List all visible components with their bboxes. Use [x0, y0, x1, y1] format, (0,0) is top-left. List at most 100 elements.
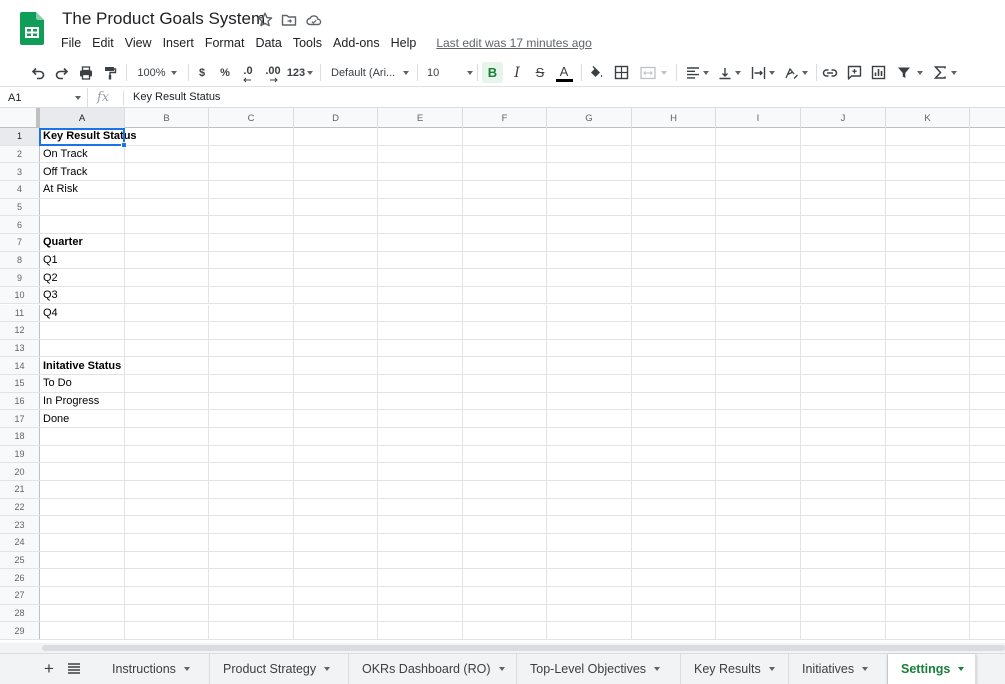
grid-cell[interactable]: Initative Status: [40, 357, 125, 375]
grid-cell[interactable]: [378, 392, 463, 410]
grid-cell[interactable]: [970, 199, 1005, 216]
grid-cell[interactable]: [463, 533, 547, 551]
grid-cell[interactable]: [970, 463, 1005, 480]
grid-cell[interactable]: [463, 604, 547, 622]
grid-cell[interactable]: [209, 269, 294, 286]
grid-cell[interactable]: [886, 128, 970, 145]
grid-cell[interactable]: [547, 569, 632, 586]
select-all-corner[interactable]: [0, 108, 40, 128]
all-sheets-menu-icon[interactable]: [68, 663, 80, 674]
grid-cell[interactable]: [632, 180, 716, 198]
grid-cell[interactable]: [125, 463, 209, 480]
row-header[interactable]: 17: [0, 410, 40, 428]
grid-cell[interactable]: [209, 533, 294, 551]
grid-cell[interactable]: [378, 533, 463, 551]
grid-cell[interactable]: [463, 180, 547, 198]
grid-cell[interactable]: [209, 145, 294, 163]
grid-cell[interactable]: [547, 180, 632, 198]
grid-cell[interactable]: [378, 481, 463, 498]
grid-cell[interactable]: [547, 481, 632, 498]
grid-cell[interactable]: [40, 516, 125, 533]
row-header[interactable]: 18: [0, 428, 40, 445]
insert-link-button[interactable]: [820, 58, 840, 87]
grid-cell[interactable]: [547, 392, 632, 410]
grid-cell[interactable]: [209, 339, 294, 357]
grid-cell[interactable]: [886, 498, 970, 516]
grid-cell[interactable]: [886, 269, 970, 286]
grid-cell[interactable]: [801, 551, 886, 569]
grid-cell[interactable]: [716, 163, 801, 180]
grid-cell[interactable]: [886, 286, 970, 304]
grid-cell[interactable]: [125, 304, 209, 322]
column-header-g[interactable]: G: [547, 108, 632, 128]
grid-cell[interactable]: [40, 339, 125, 357]
grid-cell[interactable]: [378, 622, 463, 639]
horizontal-scrollbar[interactable]: [0, 643, 1005, 653]
grid-cell[interactable]: [294, 516, 378, 533]
grid-cell[interactable]: [125, 604, 209, 622]
insert-chart-button[interactable]: [868, 58, 888, 87]
text-color-button[interactable]: A: [553, 58, 575, 87]
grid-cell[interactable]: [632, 216, 716, 233]
grid-cell[interactable]: [801, 128, 886, 145]
grid-cell[interactable]: [463, 233, 547, 251]
grid-cell[interactable]: [463, 216, 547, 233]
row-header[interactable]: 23: [0, 516, 40, 533]
grid-cell[interactable]: [125, 569, 209, 586]
grid-cell[interactable]: [463, 498, 547, 516]
star-icon[interactable]: [256, 11, 274, 29]
scrollbar-thumb[interactable]: [42, 645, 1005, 651]
column-header-d[interactable]: D: [294, 108, 378, 128]
grid-cell[interactable]: [547, 463, 632, 480]
column-header-e[interactable]: E: [378, 108, 463, 128]
grid-cell[interactable]: [294, 410, 378, 428]
grid-cell[interactable]: [378, 410, 463, 428]
grid-cell[interactable]: [970, 269, 1005, 286]
grid-cell[interactable]: [547, 304, 632, 322]
row-header[interactable]: 20: [0, 463, 40, 480]
grid-cell[interactable]: [801, 216, 886, 233]
grid-cell[interactable]: [716, 322, 801, 339]
grid-cell[interactable]: [547, 216, 632, 233]
grid-cell[interactable]: [970, 428, 1005, 445]
grid-cell[interactable]: [463, 339, 547, 357]
grid-cell[interactable]: [970, 393, 1005, 410]
grid-cell[interactable]: [716, 622, 801, 639]
grid-cell[interactable]: [378, 551, 463, 569]
zoom-select[interactable]: 100%: [131, 58, 183, 87]
grid-cell[interactable]: [463, 516, 547, 533]
grid-cell[interactable]: [632, 481, 716, 498]
grid-cell[interactable]: Q3: [40, 286, 125, 304]
grid-cell[interactable]: [125, 392, 209, 410]
grid-cell[interactable]: [716, 445, 801, 463]
grid-cell[interactable]: [886, 410, 970, 428]
grid-cell[interactable]: [970, 605, 1005, 622]
row-header[interactable]: 6: [0, 216, 40, 233]
row-header[interactable]: 28: [0, 604, 40, 622]
grid-cell[interactable]: [716, 216, 801, 233]
grid-cell[interactable]: [632, 163, 716, 180]
increase-decimal-button[interactable]: .00: [262, 58, 284, 87]
grid-cell[interactable]: [125, 128, 209, 145]
grid-cell[interactable]: [378, 428, 463, 445]
grid-cell[interactable]: [125, 198, 209, 216]
grid-cell[interactable]: [40, 604, 125, 622]
filter-button[interactable]: [892, 58, 928, 87]
grid-cell[interactable]: [716, 286, 801, 304]
grid-cell[interactable]: [801, 198, 886, 216]
grid-cell[interactable]: [294, 251, 378, 269]
grid-cell[interactable]: [125, 516, 209, 533]
grid-cell[interactable]: [209, 551, 294, 569]
grid-cell[interactable]: [632, 269, 716, 286]
grid-cell[interactable]: [886, 586, 970, 604]
menu-file[interactable]: File: [61, 36, 81, 50]
row-header[interactable]: 21: [0, 481, 40, 498]
menu-format[interactable]: Format: [205, 36, 245, 50]
grid-cell[interactable]: [125, 180, 209, 198]
font-family-select[interactable]: Default (Ari...: [331, 58, 411, 87]
fill-color-button[interactable]: [586, 58, 606, 87]
grid-cell[interactable]: [970, 146, 1005, 163]
grid-cell[interactable]: [294, 286, 378, 304]
grid-cell[interactable]: [632, 198, 716, 216]
grid-cell[interactable]: [632, 251, 716, 269]
